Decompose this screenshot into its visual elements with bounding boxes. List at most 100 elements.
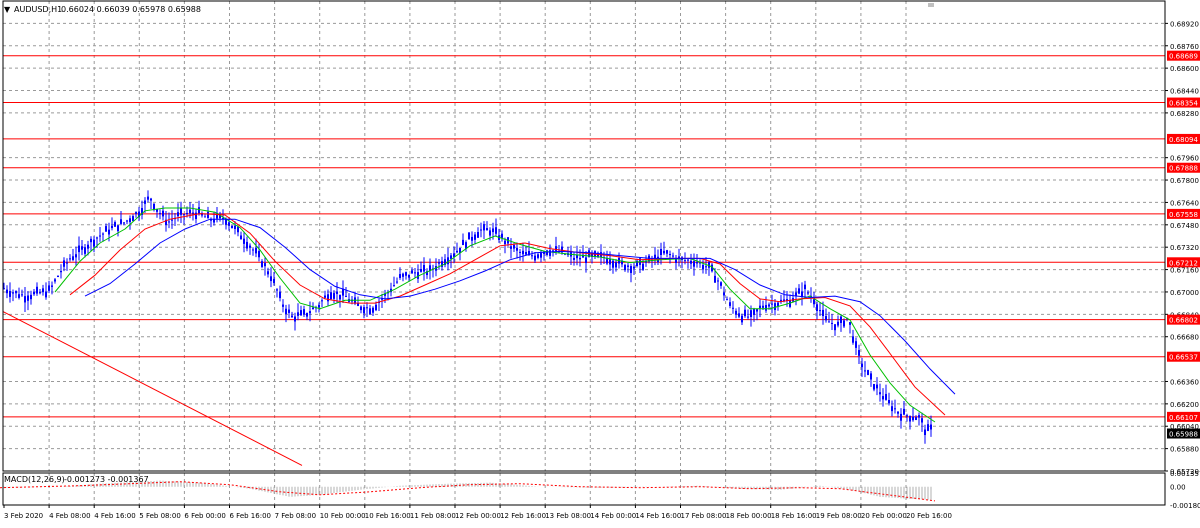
candle-body bbox=[813, 299, 815, 305]
candle-body bbox=[714, 275, 716, 283]
candle-body bbox=[195, 212, 197, 219]
candle-body bbox=[111, 225, 113, 229]
candle-body bbox=[501, 233, 503, 238]
candle-body bbox=[717, 280, 719, 282]
candle-body bbox=[612, 260, 614, 268]
candle-body bbox=[51, 285, 53, 287]
candle-body bbox=[18, 294, 20, 298]
ma-fast-line bbox=[54, 207, 936, 423]
candle-body bbox=[372, 307, 374, 313]
candle-body bbox=[504, 240, 506, 245]
level-tag-label: 0.68689 bbox=[1169, 53, 1198, 61]
candle-body bbox=[729, 302, 731, 306]
candle-body bbox=[921, 418, 923, 423]
candle-body bbox=[108, 229, 110, 235]
candle-body bbox=[261, 261, 263, 267]
candle-body bbox=[114, 222, 116, 227]
candle-body bbox=[771, 303, 773, 305]
macd-tick-label: -0.001807 bbox=[1170, 502, 1200, 510]
candle-body bbox=[585, 257, 587, 264]
candle-body bbox=[495, 227, 497, 234]
time-label: 19 Feb 08:00 bbox=[816, 512, 862, 520]
candle-body bbox=[531, 255, 533, 257]
candle-body bbox=[252, 249, 254, 251]
price-tick-label: 0.68600 bbox=[1170, 65, 1199, 73]
candle-body bbox=[231, 225, 233, 229]
candle-body bbox=[918, 415, 920, 418]
candle-body bbox=[624, 264, 626, 271]
candle-body bbox=[264, 263, 266, 267]
level-tag-label: 0.67558 bbox=[1169, 211, 1198, 219]
candle-body bbox=[879, 392, 881, 395]
time-label: 14 Feb 00:00 bbox=[590, 512, 636, 520]
candle-body bbox=[831, 322, 833, 324]
scroll-marker-icon[interactable] bbox=[928, 3, 934, 7]
candle-body bbox=[741, 315, 743, 323]
candle-body bbox=[663, 250, 665, 254]
candle-body bbox=[894, 408, 896, 410]
candle-body bbox=[480, 229, 482, 231]
candle-body bbox=[819, 310, 821, 312]
candle-body bbox=[855, 341, 857, 348]
candle-body bbox=[537, 254, 539, 258]
candle-body bbox=[486, 228, 488, 231]
candle-body bbox=[33, 291, 35, 295]
trading-chart[interactable]: 0.68920 0.68760 0.68600 0.68440 0.68280 0.679… bbox=[0, 0, 1200, 524]
price-tick-label: 0.68440 bbox=[1170, 88, 1199, 96]
candle-body bbox=[180, 207, 182, 215]
candle-body bbox=[60, 270, 62, 273]
candle-body bbox=[627, 265, 629, 267]
candle-body bbox=[516, 247, 518, 251]
candle-body bbox=[171, 219, 173, 221]
candle-body bbox=[66, 262, 68, 264]
candle-body bbox=[510, 246, 512, 249]
candle-body bbox=[888, 399, 890, 404]
candle-body bbox=[798, 288, 800, 294]
candle-body bbox=[258, 251, 260, 258]
candle-body bbox=[48, 285, 50, 291]
candle-body bbox=[414, 272, 416, 274]
candle-body bbox=[240, 235, 242, 240]
candle-body bbox=[402, 273, 404, 277]
candle-body bbox=[423, 265, 425, 272]
candle-body bbox=[153, 203, 155, 210]
candle-body bbox=[69, 258, 71, 260]
candle-body bbox=[90, 238, 92, 243]
price-tick-label: 0.66360 bbox=[1170, 378, 1199, 386]
candle-body bbox=[183, 214, 185, 216]
chart-canvas[interactable]: 0.68920 0.68760 0.68600 0.68440 0.68280 0.679… bbox=[0, 0, 1200, 524]
candle-body bbox=[327, 294, 329, 302]
candle-body bbox=[321, 300, 323, 302]
candle-body bbox=[807, 292, 809, 294]
price-tick-label: 0.65880 bbox=[1170, 446, 1199, 454]
candle-body bbox=[255, 247, 257, 254]
candle-body bbox=[168, 221, 170, 223]
candle-body bbox=[609, 259, 611, 265]
candle-body bbox=[291, 315, 293, 318]
candle-body bbox=[930, 424, 932, 430]
candle-body bbox=[318, 304, 320, 308]
candle-body bbox=[912, 416, 914, 421]
candle-body bbox=[915, 417, 917, 421]
level-tag-label: 0.68354 bbox=[1169, 100, 1198, 108]
candle-body bbox=[39, 292, 41, 294]
candle-body bbox=[735, 310, 737, 315]
candle-body bbox=[243, 238, 245, 244]
candle-body bbox=[738, 313, 740, 317]
trend-line[interactable] bbox=[2, 311, 303, 466]
price-tick-label: 0.68920 bbox=[1170, 20, 1199, 28]
candle-body bbox=[96, 237, 98, 239]
chart-menu-glyph[interactable]: ▼ bbox=[4, 5, 11, 14]
candle-body bbox=[396, 281, 398, 283]
candle-body bbox=[270, 276, 272, 282]
price-tick-label: 0.67160 bbox=[1170, 267, 1199, 275]
candle-body bbox=[708, 261, 710, 268]
time-label: 5 Feb 08:00 bbox=[139, 512, 180, 520]
candle-body bbox=[669, 254, 671, 256]
candle-body bbox=[285, 308, 287, 314]
candle-body bbox=[105, 226, 107, 232]
candle-body bbox=[732, 307, 734, 309]
candle-body bbox=[405, 272, 407, 276]
candle-body bbox=[822, 309, 824, 317]
candle-body bbox=[654, 254, 656, 259]
